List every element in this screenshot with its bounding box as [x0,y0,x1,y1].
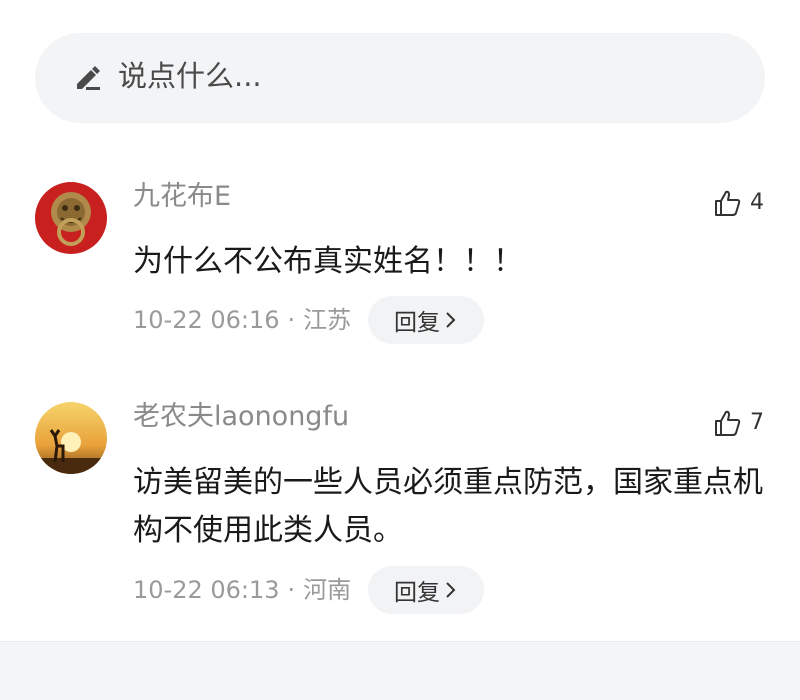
thumbs-up-icon [715,190,741,216]
reply-label: 回复 [394,580,440,606]
comment-meta: 10-22 06:16 · 江苏 [133,303,351,337]
meta-separator: · [287,306,296,334]
avatar[interactable] [35,182,107,254]
composer-placeholder[interactable]: 说点什么... [118,56,262,96]
comment-username[interactable]: 老农夫laonongfu [133,400,349,434]
comment-text: 访美留美的一些人员必须重点防范，国家重点机构不使用此类人员。 [133,465,763,548]
comment-text: 为什么不公布真实姓名！！！ [133,244,523,279]
comment-time: 10-22 06:16 [133,306,280,334]
bottom-divider-bar [0,641,800,700]
chevron-right-icon [446,312,456,328]
like-count: 4 [750,190,764,215]
reply-label: 回复 [394,310,440,336]
comment-username[interactable]: 九花布E [133,180,231,214]
chevron-right-icon [446,582,456,598]
comment-location: 江苏 [303,306,352,334]
comment-time: 10-22 06:13 [133,576,280,604]
thumbs-up-icon [715,410,741,436]
like-button[interactable]: 7 [712,408,764,438]
pen-icon [77,66,100,90]
comment-meta: 10-22 06:13 · 河南 [133,573,351,607]
meta-separator: · [287,576,296,604]
comment-location: 河南 [303,576,352,604]
avatar[interactable] [35,402,107,474]
reply-button[interactable]: 回复 [368,566,484,614]
like-button[interactable]: 4 [712,188,764,218]
reply-button[interactable]: 回复 [368,296,484,344]
like-count: 7 [750,410,764,435]
